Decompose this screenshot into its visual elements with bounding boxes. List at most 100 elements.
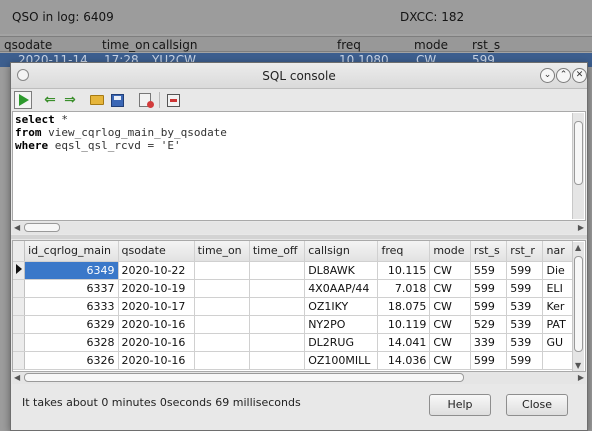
result-cell[interactable]: CW — [429, 261, 471, 280]
result-cell[interactable]: 599 — [470, 297, 508, 316]
column-header[interactable]: rst_r — [506, 241, 544, 262]
pane-splitter[interactable] — [11, 235, 587, 239]
result-cell[interactable]: 539 — [506, 333, 544, 352]
result-cell[interactable]: 2020-10-19 — [118, 279, 195, 298]
scroll-left-icon[interactable]: ◀ — [14, 222, 20, 234]
result-cell[interactable]: Ker — [542, 297, 573, 316]
result-cell[interactable] — [194, 315, 250, 334]
result-cell[interactable]: 6326 — [24, 351, 119, 370]
result-cell[interactable] — [249, 261, 306, 280]
result-cell[interactable]: 14.036 — [377, 351, 431, 370]
result-cell[interactable]: 559 — [470, 261, 508, 280]
result-cell[interactable]: 10.119 — [377, 315, 431, 334]
column-header[interactable]: callsign — [304, 241, 379, 262]
result-row[interactable]: 6337 2020-10-19 4X0AAP/44 7.018 CW 599 599 ELI — [13, 279, 573, 298]
column-header[interactable]: time_on — [194, 241, 250, 262]
grid-horizontal-scrollbar[interactable]: ◀ ▶ — [12, 372, 586, 384]
editor-horizontal-scrollbar[interactable]: ◀ ▶ — [12, 222, 586, 234]
editor-vscroll-thumb[interactable] — [574, 121, 583, 185]
column-header[interactable]: time_off — [249, 241, 306, 262]
result-cell[interactable]: 6333 — [24, 297, 119, 316]
result-cell[interactable]: 539 — [506, 297, 544, 316]
result-cell[interactable]: 2020-10-17 — [118, 297, 195, 316]
result-cell[interactable]: 10.115 — [377, 261, 431, 280]
dialog-titlebar[interactable]: SQL console ⌄ ⌃ ✕ — [11, 63, 587, 89]
result-row[interactable]: 6333 2020-10-17 OZ1IKY 18.075 CW 599 539 Ker — [13, 297, 573, 316]
result-row[interactable]: 6328 2020-10-16 DL2RUG 14.041 CW 339 539 GU — [13, 333, 573, 352]
result-cell[interactable] — [194, 261, 250, 280]
result-cell[interactable]: 14.041 — [377, 333, 431, 352]
column-header[interactable]: freq — [377, 241, 431, 262]
scroll-left-icon[interactable]: ◀ — [14, 372, 20, 384]
result-cell[interactable]: 6349 — [24, 261, 119, 280]
print-icon[interactable] — [164, 91, 182, 109]
result-cell[interactable]: PAT — [542, 315, 573, 334]
result-cell[interactable]: Die — [542, 261, 573, 280]
sql-query-editor[interactable]: select * from view_cqrlog_main_by_qsodate… — [12, 111, 586, 221]
result-cell[interactable] — [194, 333, 250, 352]
column-header[interactable]: rst_s — [470, 241, 508, 262]
save-file-icon[interactable] — [108, 91, 126, 109]
result-cell[interactable] — [249, 351, 306, 370]
result-cell[interactable]: 7.018 — [377, 279, 431, 298]
sql-query-text[interactable]: select * from view_cqrlog_main_by_qsodate… — [15, 113, 227, 152]
column-header[interactable]: mode — [429, 241, 471, 262]
next-query-icon[interactable]: ⇒ — [61, 91, 79, 109]
result-cell[interactable]: 599 — [506, 261, 544, 280]
minimize-button[interactable]: ⌄ — [540, 68, 555, 83]
maximize-button[interactable]: ⌃ — [556, 68, 571, 83]
result-cell[interactable]: NY2PO — [304, 315, 379, 334]
result-cell[interactable]: CW — [429, 297, 471, 316]
editor-vertical-scrollbar[interactable] — [572, 113, 584, 219]
grid-vscroll-thumb[interactable] — [574, 256, 583, 352]
scroll-up-icon[interactable]: ▲ — [575, 242, 581, 254]
result-cell[interactable]: DL2RUG — [304, 333, 379, 352]
close-window-button[interactable]: ✕ — [572, 68, 587, 83]
result-cell[interactable] — [194, 297, 250, 316]
grid-vertical-scrollbar[interactable]: ▲ ▼ — [572, 242, 584, 371]
result-cell[interactable] — [249, 315, 306, 334]
column-header[interactable]: qsodate — [118, 241, 195, 262]
help-button[interactable]: Help — [429, 394, 491, 416]
result-cell[interactable]: 599 — [506, 279, 544, 298]
result-cell[interactable]: 599 — [470, 279, 508, 298]
scroll-right-icon[interactable]: ▶ — [578, 372, 584, 384]
result-cell[interactable]: 2020-10-16 — [118, 315, 195, 334]
result-cell[interactable]: 529 — [470, 315, 508, 334]
result-cell[interactable]: CW — [429, 279, 471, 298]
scroll-right-icon[interactable]: ▶ — [578, 222, 584, 234]
open-file-icon[interactable] — [88, 91, 106, 109]
result-cell[interactable]: 2020-10-16 — [118, 351, 195, 370]
result-cell[interactable] — [194, 351, 250, 370]
result-cell[interactable]: OZ1IKY — [304, 297, 379, 316]
result-cell[interactable]: 2020-10-16 — [118, 333, 195, 352]
result-cell[interactable]: 4X0AAP/44 — [304, 279, 379, 298]
result-cell[interactable]: OZ100MILL — [304, 351, 379, 370]
result-cell[interactable]: DL8AWK — [304, 261, 379, 280]
result-cell[interactable]: 6328 — [24, 333, 119, 352]
result-row[interactable]: 6349 2020-10-22 DL8AWK 10.115 CW 559 599 Die — [13, 261, 573, 280]
result-cell[interactable] — [249, 333, 306, 352]
result-row[interactable]: 6329 2020-10-16 NY2PO 10.119 CW 529 539 PAT — [13, 315, 573, 334]
scroll-down-icon[interactable]: ▼ — [575, 360, 581, 371]
editor-hscroll-thumb[interactable] — [24, 223, 60, 232]
result-cell[interactable]: 339 — [470, 333, 508, 352]
result-cell[interactable]: 539 — [506, 315, 544, 334]
export-results-icon[interactable] — [136, 91, 154, 109]
result-cell[interactable]: 6329 — [24, 315, 119, 334]
result-cell[interactable]: GU — [542, 333, 573, 352]
previous-query-icon[interactable]: ⇐ — [41, 91, 59, 109]
result-cell[interactable] — [249, 279, 306, 298]
result-cell[interactable]: CW — [429, 315, 471, 334]
result-cell[interactable]: 599 — [506, 351, 544, 370]
result-cell[interactable] — [249, 297, 306, 316]
column-header[interactable]: nar — [542, 241, 573, 262]
result-cell[interactable] — [542, 351, 573, 370]
result-cell[interactable]: 599 — [470, 351, 508, 370]
result-cell[interactable]: 6337 — [24, 279, 119, 298]
result-cell[interactable]: ELI — [542, 279, 573, 298]
result-cell[interactable]: 18.075 — [377, 297, 431, 316]
result-row[interactable]: 6326 2020-10-16 OZ100MILL 14.036 CW 599 599 — [13, 351, 573, 370]
column-header[interactable]: id_cqrlog_main — [24, 241, 119, 262]
result-cell[interactable]: 2020-10-22 — [118, 261, 195, 280]
